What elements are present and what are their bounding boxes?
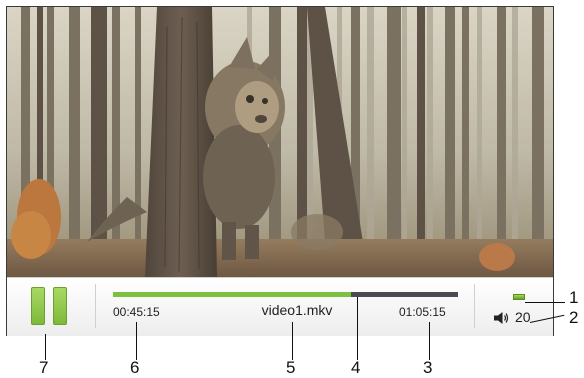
- callout-number-1: 1: [569, 288, 579, 307]
- callout-line-4: [357, 297, 358, 360]
- progress-fill: [113, 292, 352, 297]
- callout-number-2: 2: [569, 308, 579, 327]
- callout-number-5: 5: [286, 358, 296, 377]
- callout-line-5: [292, 322, 293, 360]
- callout-number-4: 4: [351, 358, 361, 377]
- volume-value: 20: [515, 309, 531, 325]
- callout-number-6: 6: [130, 358, 140, 377]
- speaker-icon[interactable]: [493, 311, 509, 325]
- callout-line-3: [429, 322, 430, 360]
- file-name: video1.mkv: [261, 302, 333, 318]
- video-still-forest-image: [7, 7, 553, 277]
- progress-bar[interactable]: [113, 292, 458, 297]
- total-time: 01:05:15: [399, 305, 446, 319]
- control-bar: 00:45:15 video1.mkv 01:05:15 20: [7, 277, 553, 336]
- pause-button[interactable]: [31, 287, 71, 325]
- callout-line-6: [136, 322, 137, 360]
- video-frame[interactable]: [7, 7, 553, 277]
- pause-icon-bar-left: [31, 287, 45, 325]
- pause-icon-bar-right: [53, 287, 67, 325]
- callout-line-7: [45, 334, 46, 360]
- media-player: 00:45:15 video1.mkv 01:05:15 20: [6, 6, 554, 336]
- divider: [95, 284, 96, 328]
- callout-line-1: [525, 302, 565, 303]
- volume-level-bar[interactable]: [513, 294, 525, 300]
- elapsed-time: 00:45:15: [113, 305, 160, 319]
- divider: [474, 284, 475, 328]
- callout-number-7: 7: [39, 358, 49, 377]
- callout-number-3: 3: [423, 358, 433, 377]
